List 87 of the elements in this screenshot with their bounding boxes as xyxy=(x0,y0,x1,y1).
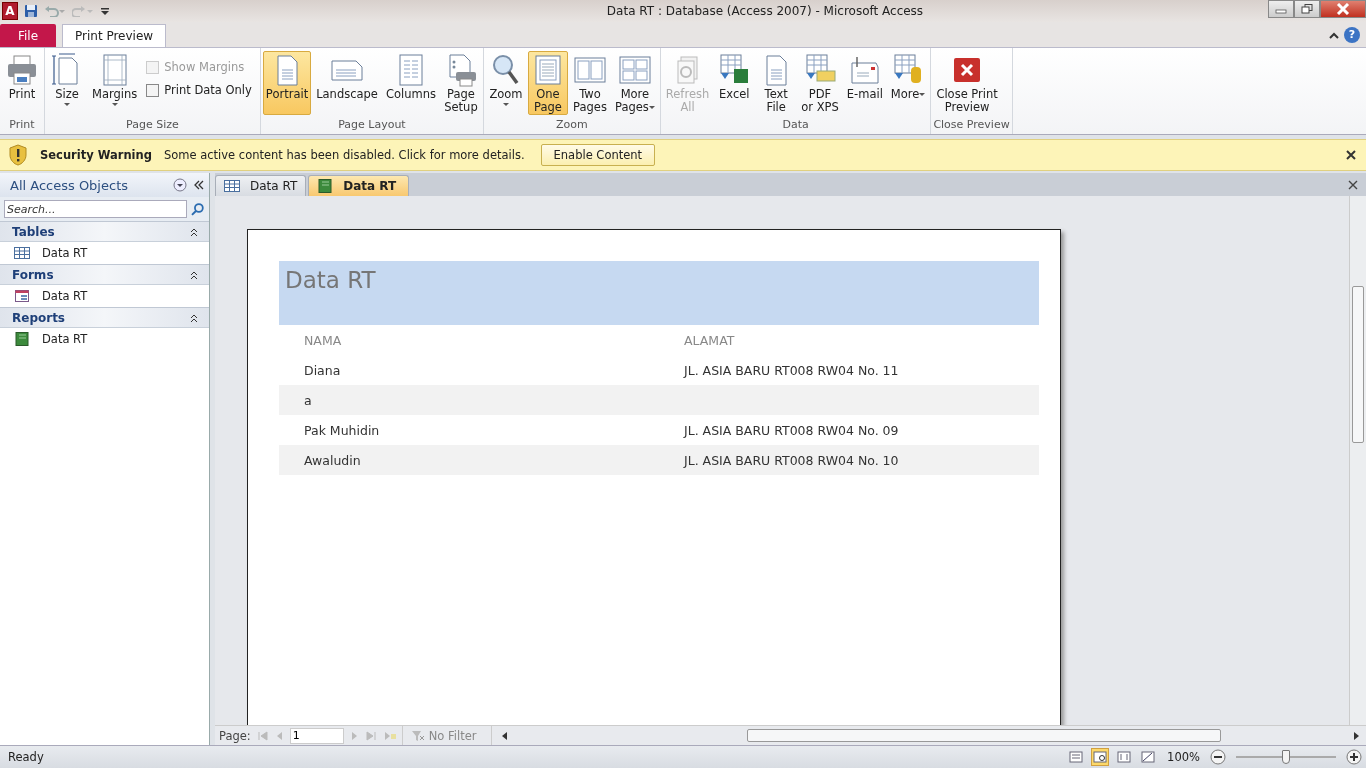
report-cell-text: Diana xyxy=(303,362,342,378)
group-label: Page Size xyxy=(125,118,180,133)
view-button[interactable] xyxy=(1091,748,1110,766)
close-button[interactable] xyxy=(1320,0,1366,18)
ribbon-button[interactable]: PDF or XPS xyxy=(798,51,842,115)
ribbon-button[interactable]: Margins xyxy=(89,51,141,115)
nav-item[interactable]: Data RT xyxy=(0,328,209,350)
nav-item[interactable]: Data RT xyxy=(0,285,209,307)
column-header: NAMA xyxy=(303,332,343,348)
zoom-in-icon[interactable] xyxy=(1346,749,1362,765)
enable-content-button[interactable]: Enable Content xyxy=(540,144,656,166)
ribbon-button[interactable]: Close Print Preview xyxy=(933,51,1001,115)
printer-icon xyxy=(5,53,39,87)
table-icon xyxy=(224,179,240,193)
ribbon-button[interactable]: One Page xyxy=(527,51,568,115)
ribbon-button[interactable]: Two Pages xyxy=(569,51,610,115)
ribbon-button[interactable]: E-mail xyxy=(843,51,886,115)
form-icon xyxy=(14,289,30,303)
report-title: Data RT xyxy=(285,267,376,293)
zoom-out-icon[interactable] xyxy=(1210,749,1226,765)
group-label: Close Preview xyxy=(933,118,1010,133)
table-icon xyxy=(14,246,30,260)
vertical-scrollbar[interactable] xyxy=(1349,196,1366,725)
ribbon-button[interactable]: Size xyxy=(47,51,87,115)
report-icon xyxy=(317,179,334,193)
ribbon-tab[interactable]: File xyxy=(0,24,56,47)
scroll-left-icon[interactable] xyxy=(500,730,509,741)
close-icon xyxy=(1336,3,1350,15)
group-label: Page Layout xyxy=(337,118,407,133)
page-label: Page: xyxy=(219,728,251,743)
ribbon-button[interactable]: Zoom xyxy=(485,51,526,115)
report-cell-text: a xyxy=(303,392,313,408)
document-tab[interactable]: Data RT xyxy=(308,175,410,196)
ribbon-button[interactable]: Text File xyxy=(756,51,797,115)
collapse-up-icon[interactable] xyxy=(189,226,199,237)
customize-menu-icon[interactable] xyxy=(100,5,110,17)
ribbon-button[interactable]: More Pages xyxy=(611,51,658,115)
restore-button[interactable] xyxy=(1294,0,1320,18)
nav-group-header[interactable]: Tables xyxy=(0,221,209,242)
document-tab[interactable]: Data RT xyxy=(215,175,307,196)
warning-title: Security Warning xyxy=(40,148,152,162)
ribbon-button[interactable]: Portrait xyxy=(262,51,312,115)
ribbon-button[interactable]: Columns xyxy=(382,51,439,115)
ribbon-button[interactable]: More xyxy=(887,51,929,115)
scroll-right-icon[interactable] xyxy=(1352,730,1360,741)
ribbon-tab[interactable]: Print Preview xyxy=(62,24,167,47)
group-label: Data xyxy=(781,118,810,133)
filter-icon xyxy=(410,729,425,742)
save-icon[interactable] xyxy=(24,4,38,18)
restore-icon xyxy=(1301,4,1313,14)
collapse-up-icon[interactable] xyxy=(189,312,199,323)
report-icon xyxy=(14,332,30,346)
group-label: Print xyxy=(8,118,36,133)
column-header: ALAMAT xyxy=(684,332,736,348)
report-cell-text: JL. ASIA BARU RT008 RW04 No. 09 xyxy=(684,422,900,438)
window-title: Data RT : Database (Access 2007) - Microsoft Access xyxy=(605,4,925,18)
ribbon-button[interactable]: Landscape xyxy=(313,51,381,115)
view-button[interactable] xyxy=(1139,748,1158,766)
ribbon-button[interactable]: Excel xyxy=(714,51,755,115)
warning-shield-icon xyxy=(8,144,28,166)
zoom-level: 100% xyxy=(1167,750,1200,764)
status-text: Ready xyxy=(8,750,44,764)
help-button[interactable]: ? xyxy=(1344,26,1360,43)
warning-message[interactable]: Some active content has been disabled. Click for more details. xyxy=(163,148,525,162)
report-cell-text: JL. ASIA BARU RT008 RW04 No. 11 xyxy=(684,362,900,378)
page-number-field[interactable]: 1 xyxy=(289,727,344,744)
group-label: Zoom xyxy=(555,118,589,133)
search-icon[interactable] xyxy=(191,202,205,216)
checkbox[interactable]: Print Data Only xyxy=(146,83,252,97)
nav-group-header[interactable]: Reports xyxy=(0,307,209,328)
ribbon-button[interactable]: Page Setup xyxy=(440,51,481,115)
scrollbar-thumb[interactable] xyxy=(746,729,1221,742)
report-cell-text: JL. ASIA BARU RT008 RW04 No. 10 xyxy=(684,452,900,468)
nav-group-header[interactable]: Forms xyxy=(0,264,209,285)
app-logo[interactable]: A xyxy=(2,2,18,20)
close-icon[interactable] xyxy=(1348,179,1358,190)
report-cell-text: Awaludin xyxy=(303,452,362,468)
close-icon[interactable] xyxy=(1346,150,1356,160)
slider-thumb[interactable] xyxy=(1282,750,1290,764)
collapse-icon[interactable] xyxy=(193,180,205,190)
search-field[interactable]: Search... xyxy=(4,200,188,218)
report-cell-text: Pak Muhidin xyxy=(303,422,381,438)
ribbon-button[interactable]: Print xyxy=(2,51,42,115)
dropdown-icon[interactable] xyxy=(173,178,187,192)
nav-item[interactable]: Data RT xyxy=(0,242,209,264)
collapse-up-icon[interactable] xyxy=(189,269,199,280)
four-pages-icon xyxy=(617,53,652,87)
